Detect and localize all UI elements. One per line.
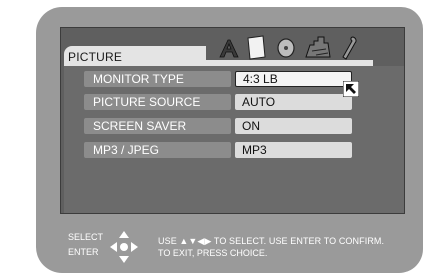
navigation-pad-icon [108,230,140,266]
mp3-jpeg-value[interactable]: MP3 [235,142,352,158]
mp3-jpeg-label: MP3 / JPEG [84,142,231,158]
audio-a-icon[interactable] [218,38,240,58]
help-line-2: TO EXIT, PRESS CHOICE. [158,248,268,258]
castle-icon[interactable] [304,35,332,59]
monitor-type-value[interactable]: 4:3 LB [235,71,352,87]
page-title: PICTURE [68,50,123,64]
picture-source-label: PICTURE SOURCE [84,94,231,110]
screen-saver-value[interactable]: ON [235,118,352,134]
monitor-type-label: MONITOR TYPE [84,71,231,87]
select-label: SELECT [68,232,104,242]
wrench-icon[interactable] [339,35,359,61]
footer-help: SELECT ENTER USE ▲▼◀▶ TO SELECT. USE ENT… [58,230,408,264]
picture-source-value[interactable]: AUTO [235,94,352,110]
disc-icon[interactable] [275,37,297,59]
pointer-cursor-icon [342,80,360,102]
enter-label: ENTER [68,247,99,257]
page-icon[interactable] [245,35,267,60]
help-line-1: USE ▲▼◀▶ TO SELECT. USE ENTER TO CONFIRM… [158,236,385,246]
screen-saver-label: SCREEN SAVER [84,118,231,134]
